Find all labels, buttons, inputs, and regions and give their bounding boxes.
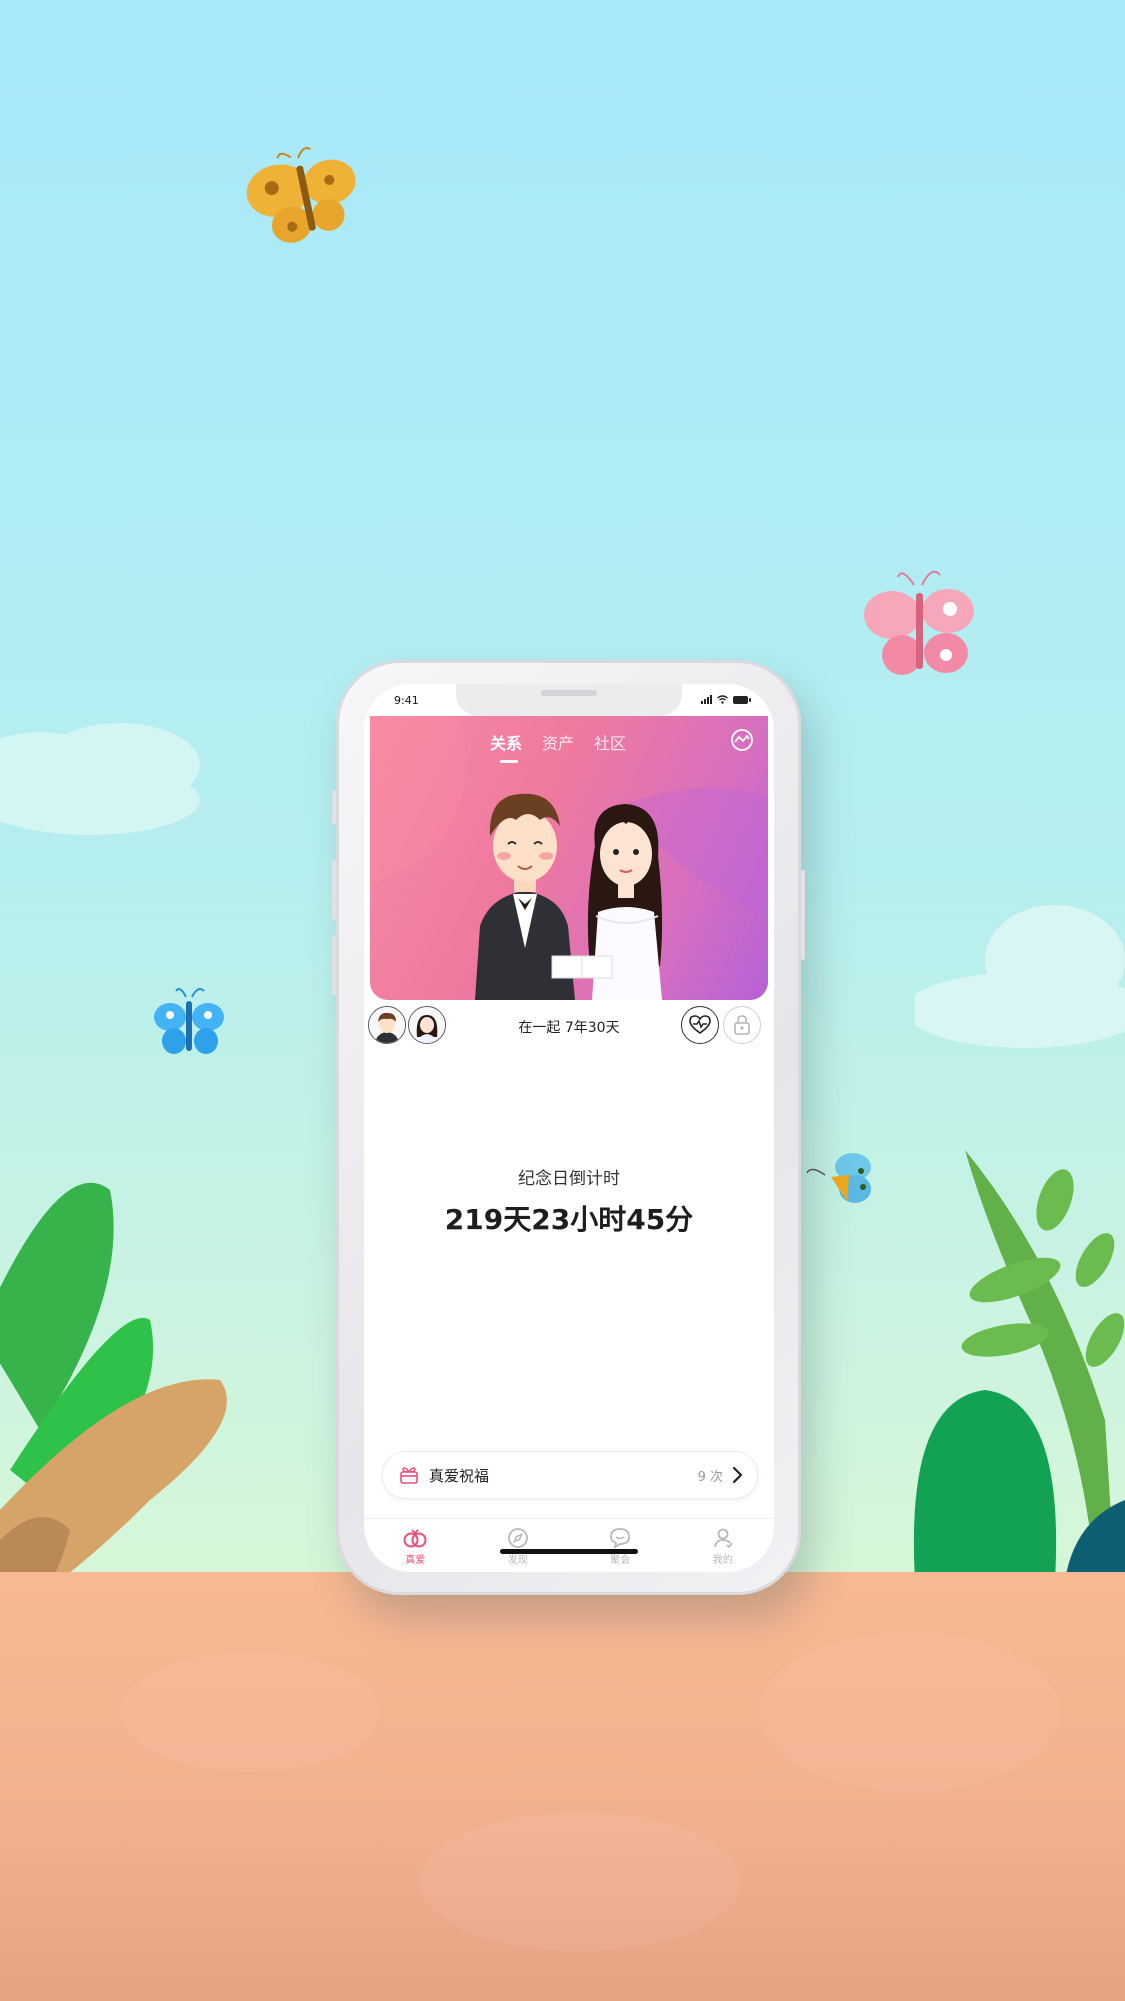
signal-icon bbox=[701, 695, 712, 704]
couple-illustration bbox=[370, 716, 768, 1000]
countdown-value: 219天23小时45分 bbox=[444, 1203, 694, 1236]
tabbar-item-party[interactable]: 聚会 bbox=[569, 1519, 672, 1572]
gift-icon bbox=[400, 1467, 418, 1484]
phone-notch bbox=[456, 684, 682, 716]
avatar-wife[interactable] bbox=[408, 1006, 446, 1044]
tabbar-label-love: 真爱 bbox=[405, 1555, 426, 1566]
bottom-tabbar: 真爱 发现 聚会 我的 bbox=[364, 1518, 774, 1572]
top-tabs: 关系 资产 社区 bbox=[490, 730, 626, 763]
promo-background: 9:41 关系 资产 社区 在一起 7年30天 纪念日倒计时 219天23小时4… bbox=[0, 0, 1125, 2001]
male-avatar-icon bbox=[369, 1007, 405, 1043]
app-screen: 9:41 关系 资产 社区 在一起 7年30天 纪念日倒计时 219天23小时4… bbox=[364, 684, 774, 1572]
blessing-count: 9 次 bbox=[697, 1470, 723, 1485]
plant-right bbox=[913, 1150, 1125, 1580]
ground bbox=[0, 1572, 1125, 2001]
tab-relationship[interactable]: 关系 bbox=[490, 730, 522, 763]
countdown-label: 纪念日倒计时 bbox=[518, 1169, 620, 1189]
lock-icon bbox=[734, 1015, 750, 1035]
chart-circle-icon[interactable] bbox=[730, 728, 754, 752]
profile-icon bbox=[713, 1528, 733, 1549]
tabbar-item-mine[interactable]: 我的 bbox=[672, 1519, 775, 1572]
tabbar-label-mine: 我的 bbox=[712, 1555, 733, 1566]
cloud-left bbox=[0, 723, 200, 835]
rings-icon bbox=[403, 1529, 427, 1548]
chat-bubble-icon bbox=[610, 1528, 631, 1549]
butterfly-pink-icon bbox=[864, 570, 974, 675]
lock-button[interactable] bbox=[723, 1006, 761, 1044]
heart-pulse-button[interactable] bbox=[681, 1006, 719, 1044]
status-time: 9:41 bbox=[394, 694, 419, 707]
home-indicator bbox=[500, 1549, 638, 1554]
blessing-card[interactable]: 真爱祝福 9 次 bbox=[382, 1451, 758, 1499]
relationship-row: 在一起 7年30天 bbox=[364, 1004, 774, 1048]
together-duration: 在一起 7年30天 bbox=[518, 1020, 620, 1036]
battery-icon bbox=[733, 695, 751, 704]
butterfly-blue-icon bbox=[154, 988, 224, 1054]
blessing-label: 真爱祝福 bbox=[429, 1467, 490, 1485]
butterfly-orange-icon bbox=[246, 146, 356, 243]
tab-assets[interactable]: 资产 bbox=[542, 730, 574, 754]
wifi-icon bbox=[717, 695, 728, 704]
hero-banner: 关系 资产 社区 bbox=[370, 716, 768, 1000]
compass-icon bbox=[507, 1528, 528, 1548]
tabbar-item-discover[interactable]: 发现 bbox=[467, 1519, 570, 1572]
plant-left bbox=[0, 1182, 227, 1580]
avatar-husband[interactable] bbox=[368, 1006, 406, 1044]
tabbar-item-love[interactable]: 真爱 bbox=[364, 1519, 467, 1572]
heart-pulse-icon bbox=[689, 1015, 711, 1034]
cloud-right bbox=[915, 905, 1125, 1048]
butterfly-small-blue-icon bbox=[806, 1153, 871, 1203]
tab-community[interactable]: 社区 bbox=[594, 730, 626, 754]
chevron-right-icon bbox=[732, 1466, 743, 1484]
status-icons bbox=[701, 695, 751, 704]
female-avatar-icon bbox=[409, 1007, 445, 1043]
